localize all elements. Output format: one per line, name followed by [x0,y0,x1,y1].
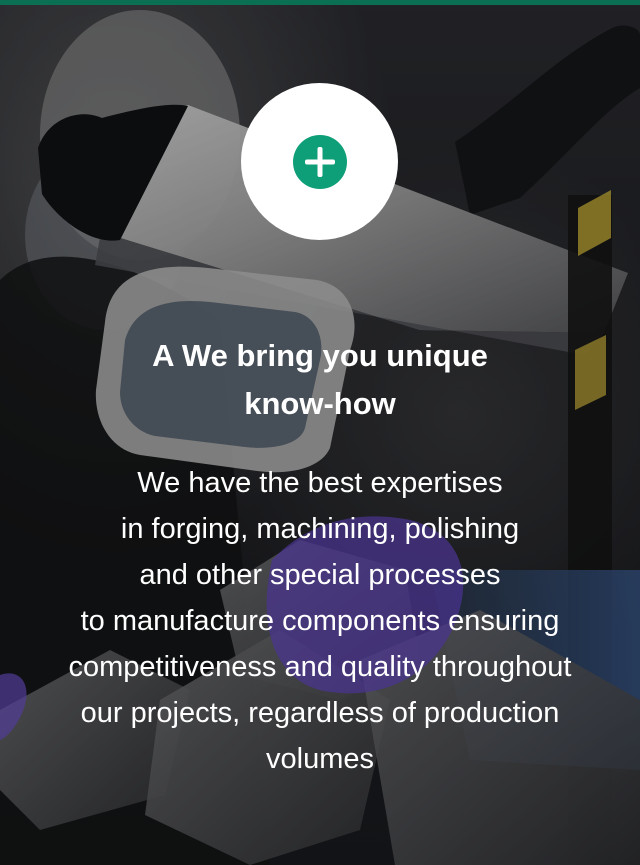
body-line-4: to manufacture components ensuring [80,605,560,637]
plus-icon [292,134,347,189]
body-line-3: and other special processes [139,559,501,591]
headline: A We bring you unique know-how [120,332,520,428]
body-copy: We have the best expertises in forging, … [28,460,612,782]
headline-line-2: know-how [244,386,396,421]
body-line-1: We have the best expertises [137,467,503,499]
expand-button[interactable] [241,83,398,240]
body-line-2: in forging, machining, polishing [120,513,520,545]
body-line-6: our projects, regardless of production [80,697,560,729]
hero-section: A We bring you unique know-how We have t… [0,0,640,865]
body-line-5: competitiveness and quality throughout [68,651,572,683]
headline-line-1: A We bring you unique [152,338,488,373]
body-line-7: volumes [266,743,374,775]
